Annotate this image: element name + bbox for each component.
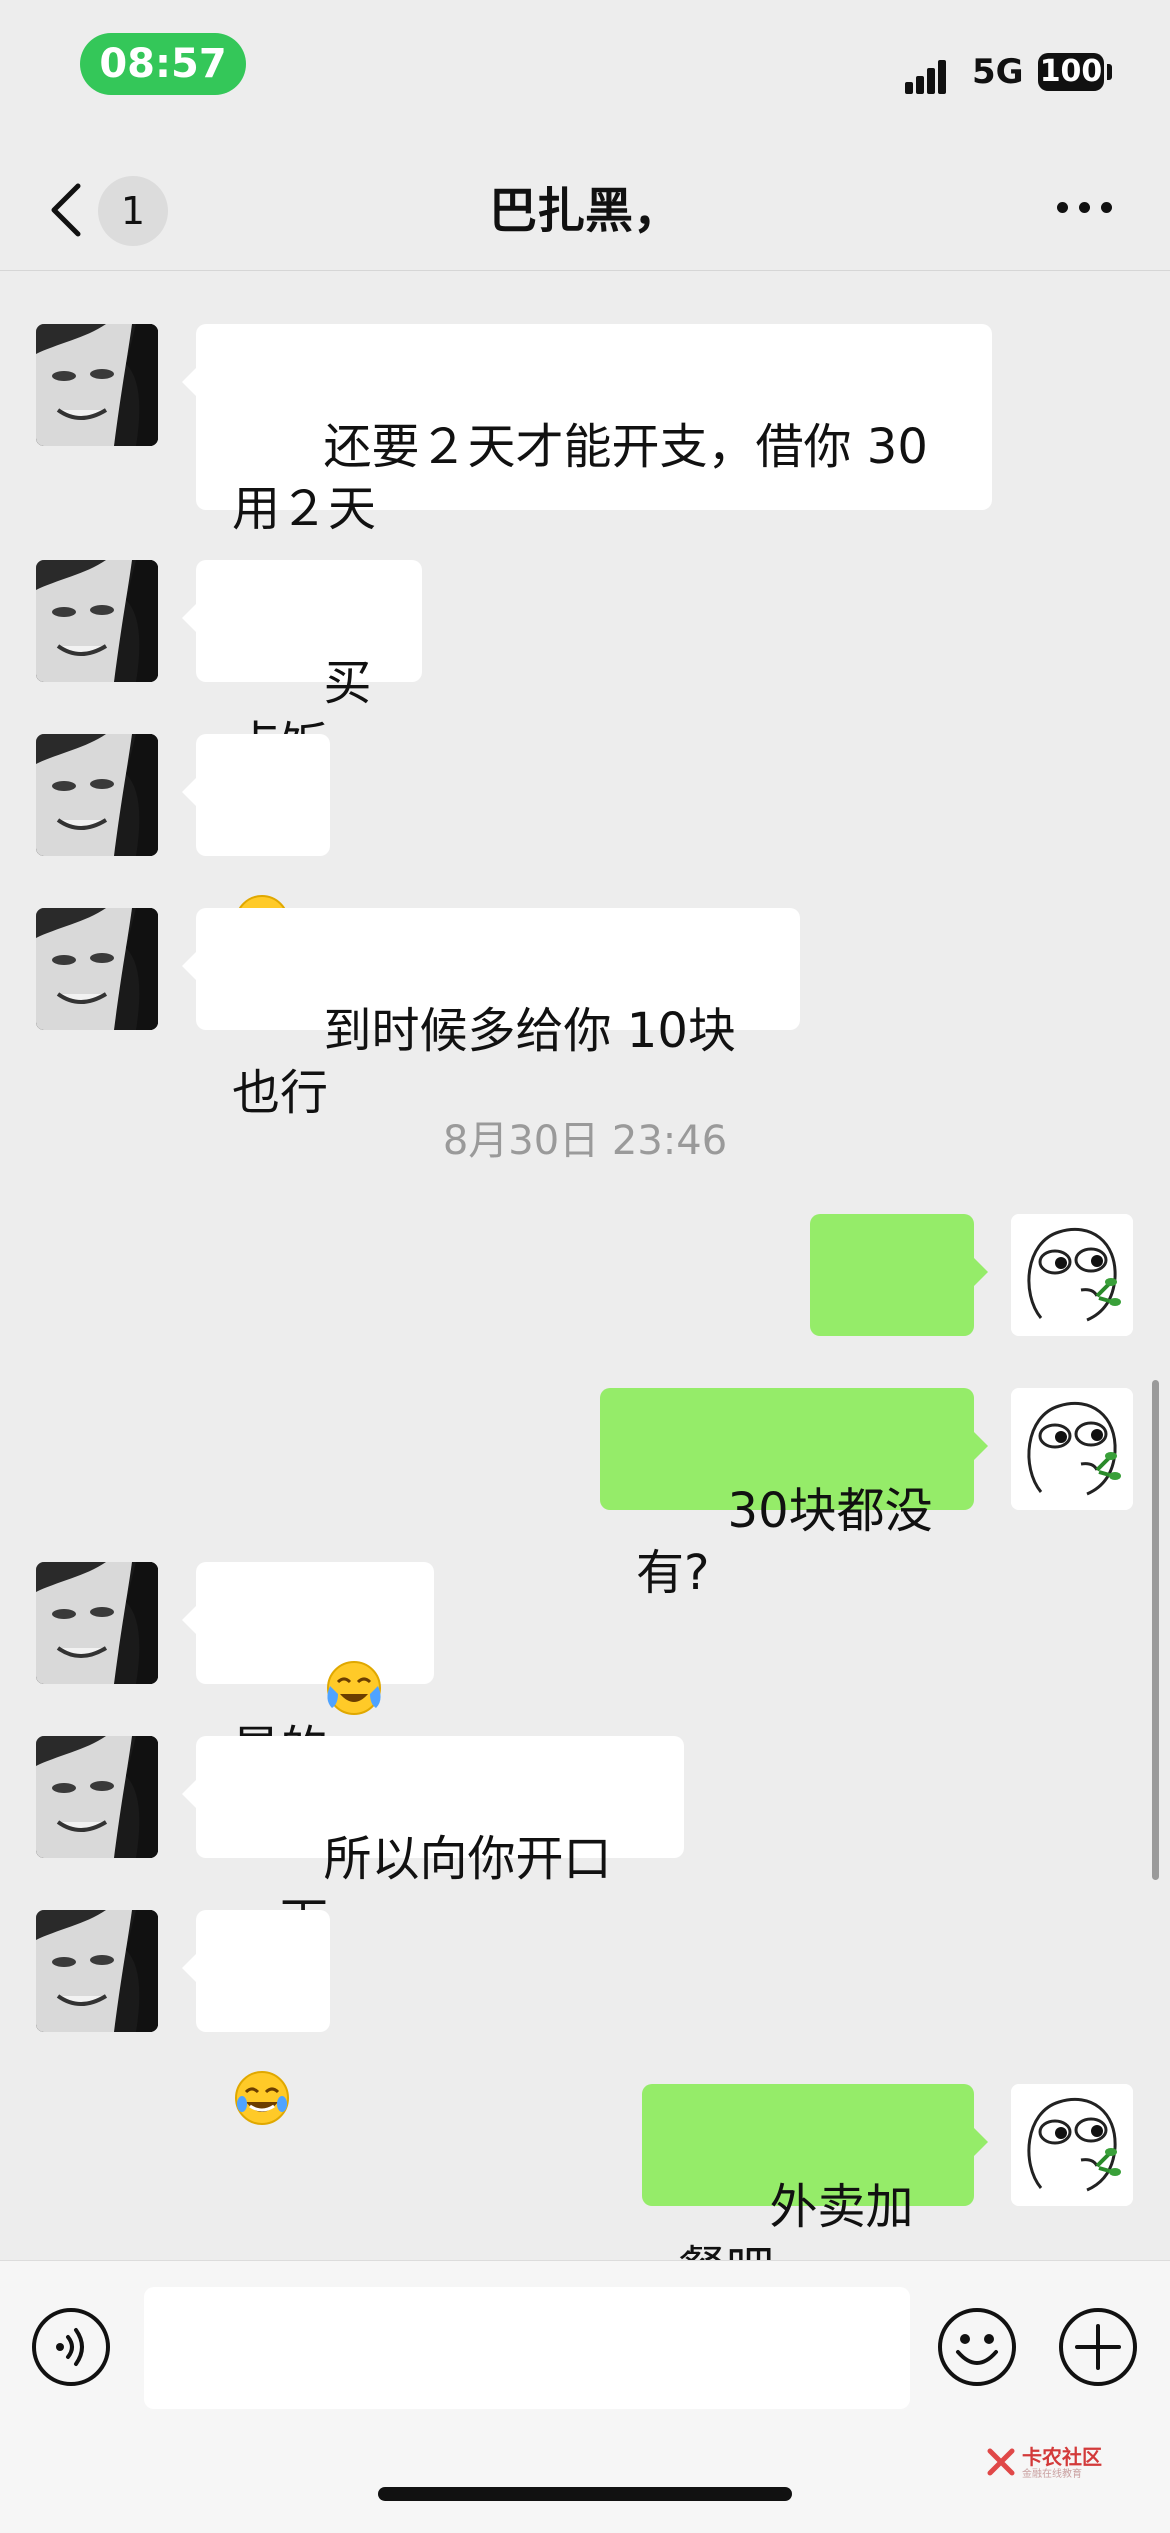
incoming-message-bubble[interactable] [182, 734, 330, 856]
outgoing-message-bubble[interactable]: 外卖加餐吧 [642, 2084, 988, 2297]
emoji-picker-icon[interactable] [936, 2306, 1018, 2388]
chat-title: 巴扎黑， [488, 183, 681, 239]
status-bar: 08:57 5G 100 [0, 0, 1170, 130]
input-bar: 卡农社区 金融在线教育 [0, 2260, 1170, 2533]
contact-avatar[interactable] [36, 1910, 158, 2032]
laugh-emoji-icon [232, 2068, 292, 2128]
more-options-icon[interactable] [1055, 200, 1115, 216]
battery-icon: 100 [1038, 53, 1104, 91]
watermark-icon [987, 2448, 1015, 2476]
message-timestamp: 8月30日 23:46 [442, 1118, 728, 1164]
outgoing-message-bubble[interactable]: 30块都没有? [600, 1388, 988, 1601]
voice-input-icon[interactable] [30, 2306, 112, 2388]
incoming-message-bubble[interactable]: 是的 [182, 1562, 434, 1777]
message-input[interactable] [144, 2287, 910, 2409]
battery-tip [1107, 64, 1112, 80]
incoming-message-bubble[interactable]: 买点饭 [182, 560, 422, 773]
incoming-message-bubble[interactable]: 所以向你开口一下 [182, 1736, 684, 1949]
chat-header: 1 巴扎黑， [0, 150, 1170, 271]
add-more-icon[interactable] [1057, 2306, 1139, 2388]
self-avatar[interactable] [1011, 1388, 1133, 1510]
message-text: 还要２天才能开支，借你 30用２天 [232, 419, 928, 537]
self-avatar[interactable] [1011, 2084, 1133, 2206]
contact-avatar[interactable] [36, 908, 158, 1030]
contact-avatar[interactable] [36, 1736, 158, 1858]
network-type: 5G [972, 52, 1024, 92]
contact-avatar[interactable] [36, 560, 158, 682]
status-time: 08:57 [80, 33, 246, 95]
outgoing-message-bubble[interactable]: 。。。 [810, 1214, 988, 1427]
cry-laugh-emoji-icon [324, 1658, 384, 1718]
signal-icon [905, 56, 957, 94]
home-indicator[interactable] [378, 2487, 792, 2501]
message-text: 30块都没有? [636, 1483, 933, 1601]
scrollbar[interactable] [1152, 1380, 1159, 1880]
incoming-message-bubble[interactable]: 到时候多给你 10块也行 [182, 908, 800, 1121]
contact-avatar[interactable] [36, 1562, 158, 1684]
contact-avatar[interactable] [36, 324, 158, 446]
self-avatar[interactable] [1011, 1214, 1133, 1336]
incoming-message-bubble[interactable]: 还要２天才能开支，借你 30用２天 [182, 324, 992, 537]
incoming-message-bubble[interactable] [182, 1910, 330, 2032]
watermark-logo: 卡农社区 金融在线教育 [986, 2441, 1116, 2485]
message-text: 到时候多给你 10块也行 [232, 1003, 736, 1121]
contact-avatar[interactable] [36, 734, 158, 856]
watermark-subtitle: 金融在线教育 [1022, 2469, 1082, 2480]
